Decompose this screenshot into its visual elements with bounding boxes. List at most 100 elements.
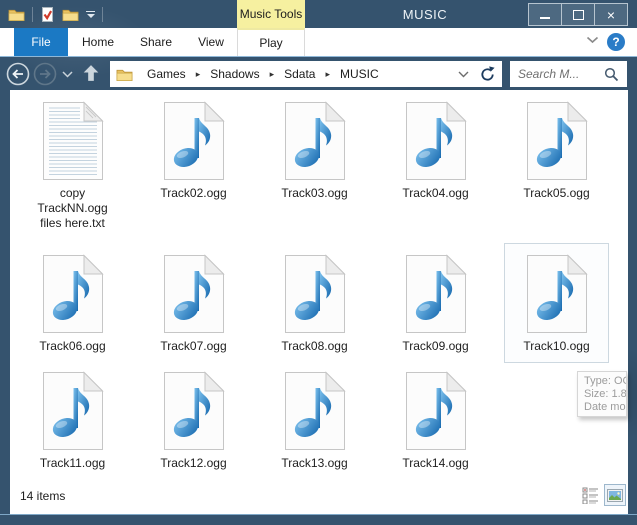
tooltip-type: Type: OG (584, 375, 626, 388)
audio-file-icon (405, 101, 467, 181)
audio-file-icon (405, 254, 467, 334)
items-count: 14 items (20, 478, 65, 514)
file-name: Track06.ogg (39, 339, 105, 354)
file-row-1: copy TrackNN.ogg files here.txt Track02.… (12, 90, 617, 240)
help-icon[interactable]: ? (607, 33, 625, 51)
file-name: Track07.ogg (160, 339, 226, 354)
breadcrumb-separator-icon[interactable]: ▸ (325, 69, 330, 80)
breadcrumb-item-sdata[interactable]: Sdata (284, 67, 315, 81)
audio-file-icon (163, 254, 225, 334)
file-info-tooltip: Type: OG Size: 1.86 Date mod (577, 371, 627, 417)
breadcrumb-separator-icon[interactable]: ▸ (196, 69, 201, 80)
file-name: Track08.ogg (281, 339, 347, 354)
audio-file-icon (284, 371, 346, 451)
status-bar: 14 items (10, 478, 628, 514)
qat-separator (102, 7, 103, 22)
audio-file-icon (42, 371, 104, 451)
file-name: Track14.ogg (402, 456, 468, 471)
close-icon: × (607, 8, 615, 22)
file-name: Track10.ogg (523, 339, 589, 354)
file-list-area[interactable]: copy TrackNN.ogg files here.txt Track02.… (10, 90, 628, 514)
file-name: Track12.ogg (160, 456, 226, 471)
refresh-icon[interactable] (479, 66, 496, 83)
file-track03-ogg[interactable]: Track03.ogg (254, 90, 375, 240)
file-track06-ogg[interactable]: Track06.ogg (12, 243, 133, 363)
audio-file-icon (163, 101, 225, 181)
file-track10-ogg-selected[interactable]: Track10.ogg (496, 243, 617, 363)
file-track11-ogg[interactable]: Track11.ogg (12, 360, 133, 480)
file-name: Track05.ogg (523, 186, 589, 201)
file-name: Track09.ogg (402, 339, 468, 354)
back-button[interactable] (6, 62, 30, 86)
tooltip-date: Date mod (584, 401, 626, 414)
up-button[interactable] (82, 64, 100, 82)
tab-view[interactable]: View (186, 28, 236, 56)
search-input[interactable]: Search M... (510, 61, 627, 87)
file-copy-tracknn-txt[interactable]: copy TrackNN.ogg files here.txt (12, 90, 133, 240)
thumbnail-view-icon (607, 489, 623, 502)
search-icon[interactable] (604, 67, 619, 82)
maximize-icon (573, 10, 584, 20)
file-track09-ogg[interactable]: Track09.ogg (375, 243, 496, 363)
tooltip-size: Size: 1.86 (584, 388, 626, 401)
breadcrumb-item-shadows[interactable]: Shadows (210, 67, 259, 81)
file-name: Track02.ogg (160, 186, 226, 201)
file-track05-ogg[interactable]: Track05.ogg (496, 90, 617, 240)
file-row-3: Track11.ogg Track12.ogg Track13.ogg Trac… (12, 360, 496, 480)
view-toggle-buttons (582, 484, 626, 506)
collapse-ribbon-chevron-icon[interactable] (586, 36, 599, 44)
breadcrumb-item-games[interactable]: Games (147, 67, 186, 81)
audio-file-icon (163, 371, 225, 451)
tab-share[interactable]: Share (128, 28, 184, 56)
qat-separator (32, 7, 33, 22)
tab-home[interactable]: Home (72, 28, 124, 56)
title-bar: Music Tools MUSIC × (0, 0, 637, 28)
details-view-button[interactable] (582, 486, 599, 504)
tab-play[interactable]: Play (237, 28, 305, 56)
new-folder-icon[interactable] (62, 7, 79, 22)
forward-button[interactable] (33, 62, 57, 86)
search-placeholder: Search M... (518, 67, 604, 81)
audio-file-icon (405, 371, 467, 451)
window-bottom-edge (0, 514, 637, 515)
quick-access-toolbar (8, 4, 103, 24)
address-bar[interactable]: Games ▸ Shadows ▸ Sdata ▸ MUSIC (110, 61, 502, 87)
file-name: copy TrackNN.ogg files here.txt (31, 186, 115, 231)
file-track12-ogg[interactable]: Track12.ogg (133, 360, 254, 480)
audio-file-icon (526, 254, 588, 334)
window-controls: × (528, 3, 628, 26)
navigation-bar: Games ▸ Shadows ▸ Sdata ▸ MUSIC Search M… (0, 56, 637, 90)
breadcrumb-item-music[interactable]: MUSIC (340, 67, 379, 81)
tab-file[interactable]: File (14, 28, 68, 56)
minimize-button[interactable] (528, 3, 562, 26)
customize-qat-dropdown-icon[interactable] (86, 11, 95, 18)
minimize-icon (540, 17, 550, 19)
file-track07-ogg[interactable]: Track07.ogg (133, 243, 254, 363)
audio-file-icon (284, 101, 346, 181)
file-name: Track13.ogg (281, 456, 347, 471)
file-name: Track03.ogg (281, 186, 347, 201)
file-track14-ogg[interactable]: Track14.ogg (375, 360, 496, 480)
file-name: Track04.ogg (402, 186, 468, 201)
file-track02-ogg[interactable]: Track02.ogg (133, 90, 254, 240)
file-name: Track11.ogg (40, 456, 105, 471)
breadcrumb: Games ▸ Shadows ▸ Sdata ▸ MUSIC (147, 67, 379, 81)
text-file-icon (42, 101, 104, 181)
file-track08-ogg[interactable]: Track08.ogg (254, 243, 375, 363)
paste-icon[interactable] (40, 6, 55, 23)
ribbon-tab-bar: File Home Share View Play ? (0, 28, 637, 56)
maximize-button[interactable] (562, 3, 595, 26)
large-icons-view-button[interactable] (604, 484, 626, 506)
audio-file-icon (284, 254, 346, 334)
file-track04-ogg[interactable]: Track04.ogg (375, 90, 496, 240)
address-dropdown-chevron-icon[interactable] (458, 71, 469, 78)
breadcrumb-separator-icon[interactable]: ▸ (270, 69, 275, 80)
explorer-folder-icon[interactable] (8, 7, 25, 22)
audio-file-icon (526, 101, 588, 181)
contextual-tab-group-music-tools: Music Tools (237, 0, 305, 29)
audio-file-icon (42, 254, 104, 334)
recent-locations-chevron-icon[interactable] (62, 71, 73, 78)
window-title: MUSIC (370, 0, 480, 28)
close-button[interactable]: × (595, 3, 628, 26)
file-track13-ogg[interactable]: Track13.ogg (254, 360, 375, 480)
